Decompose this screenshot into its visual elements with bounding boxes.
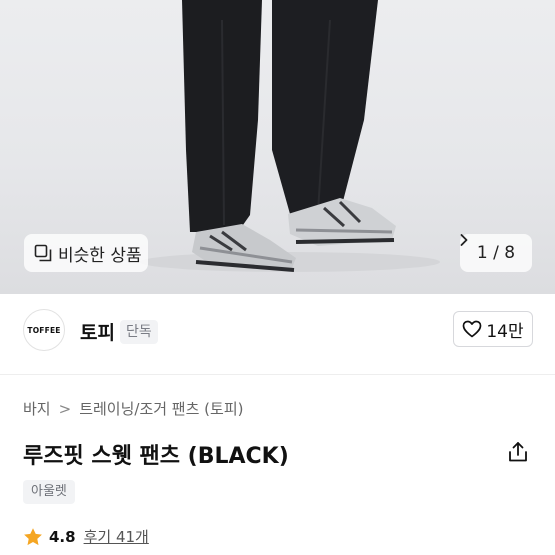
brand-row: TOFFEE 토피 단독 14만 [0, 294, 555, 374]
similar-products-button[interactable]: 비슷한 상품 [24, 234, 148, 272]
heart-icon [463, 320, 482, 338]
exclusive-badge: 단독 [120, 320, 158, 344]
rating-row: 4.8 후기 41개 [23, 526, 149, 547]
product-title: 루즈핏 스웻 팬츠 (BLACK) [23, 444, 289, 469]
breadcrumb-item-category[interactable]: 바지 [23, 398, 51, 419]
rating-score: 4.8 [49, 527, 76, 546]
similar-items-icon [34, 244, 52, 262]
similar-products-label: 비슷한 상품 [58, 245, 142, 266]
breadcrumb-item-subcategory[interactable]: 트레이닝/조거 팬츠 (토피) [79, 398, 243, 419]
total-pages: 8 [504, 243, 516, 263]
divider [0, 374, 555, 375]
brand-name[interactable]: 토피 [80, 318, 115, 345]
outlet-tag: 아울렛 [23, 480, 75, 504]
star-icon [24, 527, 42, 545]
brand-logo-text: TOFFEE [27, 325, 61, 335]
like-count: 14만 [486, 321, 524, 342]
brand-logo[interactable]: TOFFEE [23, 309, 65, 351]
page-separator: / [493, 243, 499, 263]
product-image[interactable]: 비슷한 상품 1 / 8 [0, 0, 555, 294]
share-icon[interactable] [506, 440, 530, 464]
breadcrumb-separator: > [58, 399, 72, 418]
chevron-right-icon [460, 234, 468, 246]
like-button[interactable]: 14만 [453, 311, 533, 347]
breadcrumb: 바지 > 트레이닝/조거 팬츠 (토피) [23, 398, 243, 419]
reviews-link[interactable]: 후기 41개 [84, 526, 149, 547]
current-page: 1 [476, 243, 488, 263]
image-pager[interactable]: 1 / 8 [460, 234, 532, 272]
page-counter: 1 / 8 [477, 243, 515, 263]
